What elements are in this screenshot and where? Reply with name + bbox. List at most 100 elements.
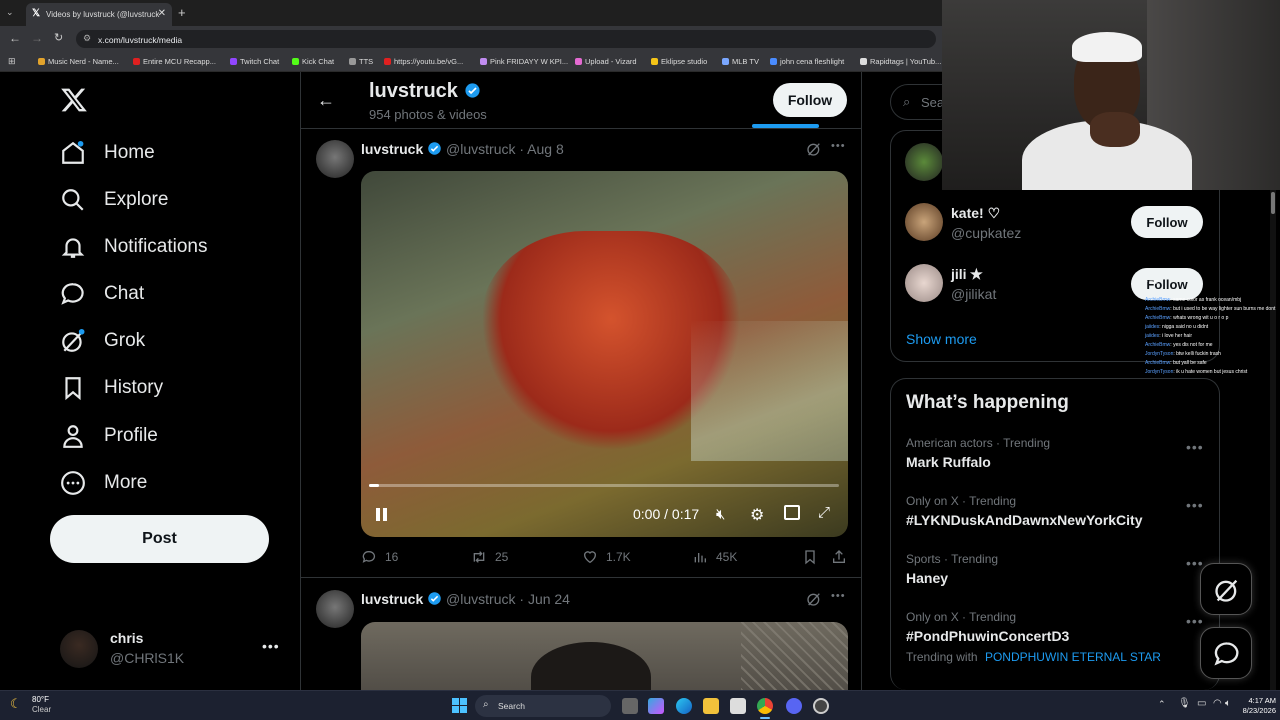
bookmark-mcu-recap[interactable]: Entire MCU Recapp... [133,57,216,66]
trend-item[interactable]: Sports · Trending Haney [906,552,998,586]
bookmark-icon[interactable] [802,549,818,565]
bookmark-rapidtags[interactable]: Rapidtags | YouTub... [860,57,941,66]
share-icon[interactable] [831,549,847,565]
bookmark-john-cena[interactable]: john cena fleshlight [770,57,844,66]
mute-icon[interactable]: 🔇︎ [716,506,725,523]
tray-chevron-icon[interactable]: ⌃ [1158,699,1166,710]
avatar[interactable] [905,143,943,181]
trend-more-icon[interactable]: ••• [1186,613,1204,629]
browser-tab[interactable]: 𝕏 Videos by luvstruck (@luvstruck ✕ [26,3,172,26]
suggestion-row[interactable]: kate! ♡ @cupkatez Follow [905,203,1205,243]
pause-icon[interactable] [376,508,388,522]
back-icon[interactable]: ← [9,31,21,45]
nav-explore[interactable]: Explore [60,180,168,220]
avatar[interactable] [316,140,354,178]
bookmark-music-nerd[interactable]: Music Nerd - Name... [38,57,119,66]
wifi-icon[interactable]: ◠ [1213,698,1222,709]
post-author-name[interactable]: luvstruck [361,591,423,607]
apps-icon[interactable]: ⊞ [8,56,16,67]
post-author-name[interactable]: luvstruck [361,141,423,157]
reload-icon[interactable]: ↻ [54,31,63,44]
taskbar-search[interactable]: ⌕ Search [475,695,611,717]
suggestion-name[interactable]: jili ✭ [951,266,982,283]
grok-floating-button[interactable] [1200,563,1252,615]
tab-list-chevron-icon[interactable]: ⌄ [6,7,18,19]
post[interactable]: luvstruck @luvstruck · Jun 24 ••• [301,578,861,692]
volume-icon[interactable]: 🔈︎ [1225,698,1231,709]
page-scrollbar[interactable] [1270,190,1276,690]
bookmark-youtube-link[interactable]: https://youtu.be/vG... [384,57,463,66]
url-input[interactable]: ⚙ x.com/luvstruck/media [76,30,936,48]
header-follow-button[interactable]: Follow [773,83,847,117]
like-button[interactable]: 1.7K [582,549,631,565]
post-more-icon[interactable]: ••• [831,140,846,152]
trend-more-icon[interactable]: ••• [1186,439,1204,455]
nav-history[interactable]: History [60,368,163,408]
trend-item[interactable]: Only on X · Trending #LYKNDuskAndDawnxNe… [906,494,1143,528]
microphone-icon[interactable]: 🎙︎ [1178,698,1191,709]
post-author-handle[interactable]: @luvstruck [446,141,515,157]
windows-start-icon[interactable] [452,698,467,713]
reply-button[interactable]: 16 [361,549,398,565]
x-logo-icon[interactable] [60,86,88,114]
post-button[interactable]: Post [50,515,269,563]
edge-icon[interactable] [676,698,692,714]
trend-item[interactable]: American actors · Trending Mark Ruffalo [906,436,1050,470]
suggestion-name[interactable]: kate! ♡ [951,205,1000,222]
chrome-icon[interactable] [757,698,773,714]
follow-button[interactable]: Follow [1131,206,1203,238]
settings-gear-icon[interactable]: ⚙ [750,505,764,525]
obs-icon[interactable] [813,698,829,714]
bookmark-mlb-tv[interactable]: MLB TV [722,57,759,66]
trend-item[interactable]: Only on X · Trending #PondPhuwinConcertD… [906,610,1161,664]
views-button[interactable]: 45K [692,549,737,565]
bookmark-twitch-chat[interactable]: Twitch Chat [230,57,279,66]
video-progress-track[interactable] [369,484,839,487]
site-info-icon[interactable]: ⚙ [83,33,91,44]
bookmark-tts[interactable]: TTS [349,57,373,66]
close-tab-icon[interactable]: ✕ [158,8,166,19]
bookmark-pink-friday[interactable]: Pink FRIDAYY W KPI... [480,57,568,66]
avatar[interactable] [905,203,943,241]
post[interactable]: luvstruck @luvstruck · Aug 8 ••• 0:00 / … [301,129,861,577]
clock[interactable]: 4:17 AM 8/23/2026 [1240,696,1276,716]
back-arrow-icon[interactable]: ← [317,90,335,111]
chat-floating-button[interactable] [1200,627,1252,679]
account-more-icon[interactable]: ••• [262,638,280,654]
nav-profile[interactable]: Profile [60,416,158,456]
avatar[interactable] [316,590,354,628]
post-author-handle[interactable]: @luvstruck [446,591,515,607]
nav-home[interactable]: Home [60,133,155,173]
account-switcher[interactable]: chris @CHRlS1K ••• [60,628,290,672]
fullscreen-icon[interactable]: ⤢ [818,504,830,521]
bookmark-kick-chat[interactable]: Kick Chat [292,57,334,66]
store-icon[interactable] [730,698,746,714]
forward-icon[interactable]: → [31,31,43,45]
nav-notifications[interactable]: Notifications [60,227,208,267]
post-more-icon[interactable]: ••• [831,590,846,602]
repost-button[interactable]: 25 [471,549,508,565]
copilot-icon[interactable] [648,698,664,714]
trending-with-link[interactable]: PONDPHUWIN ETERNAL STAR [985,650,1161,664]
post-date[interactable]: Jun 24 [528,591,570,607]
post-date[interactable]: Aug 8 [527,141,564,157]
follow-button[interactable]: Follow [1131,268,1203,300]
show-more-link[interactable]: Show more [906,331,977,347]
trend-more-icon[interactable]: ••• [1186,497,1204,513]
task-view-icon[interactable] [622,698,638,714]
file-explorer-icon[interactable] [703,698,719,714]
nav-more[interactable]: More [60,463,147,503]
bookmark-vizard[interactable]: Upload - Vizard [575,57,637,66]
trend-more-icon[interactable]: ••• [1186,555,1204,571]
avatar[interactable] [905,264,943,302]
display-icon[interactable]: ▭ [1197,698,1206,709]
video-player[interactable]: 0:00 / 0:17 🔇︎ ⚙ ⤢ [361,171,848,537]
picture-in-picture-icon[interactable] [784,505,800,520]
weather-widget[interactable]: ☾ 80°F Clear [10,695,80,717]
scrollbar-thumb[interactable] [1271,192,1275,214]
new-tab-icon[interactable]: + [178,5,186,20]
discord-icon[interactable] [786,698,802,714]
post-media-thumbnail[interactable] [361,622,848,692]
nav-grok[interactable]: Grok [60,321,145,361]
grok-icon[interactable] [806,591,822,607]
